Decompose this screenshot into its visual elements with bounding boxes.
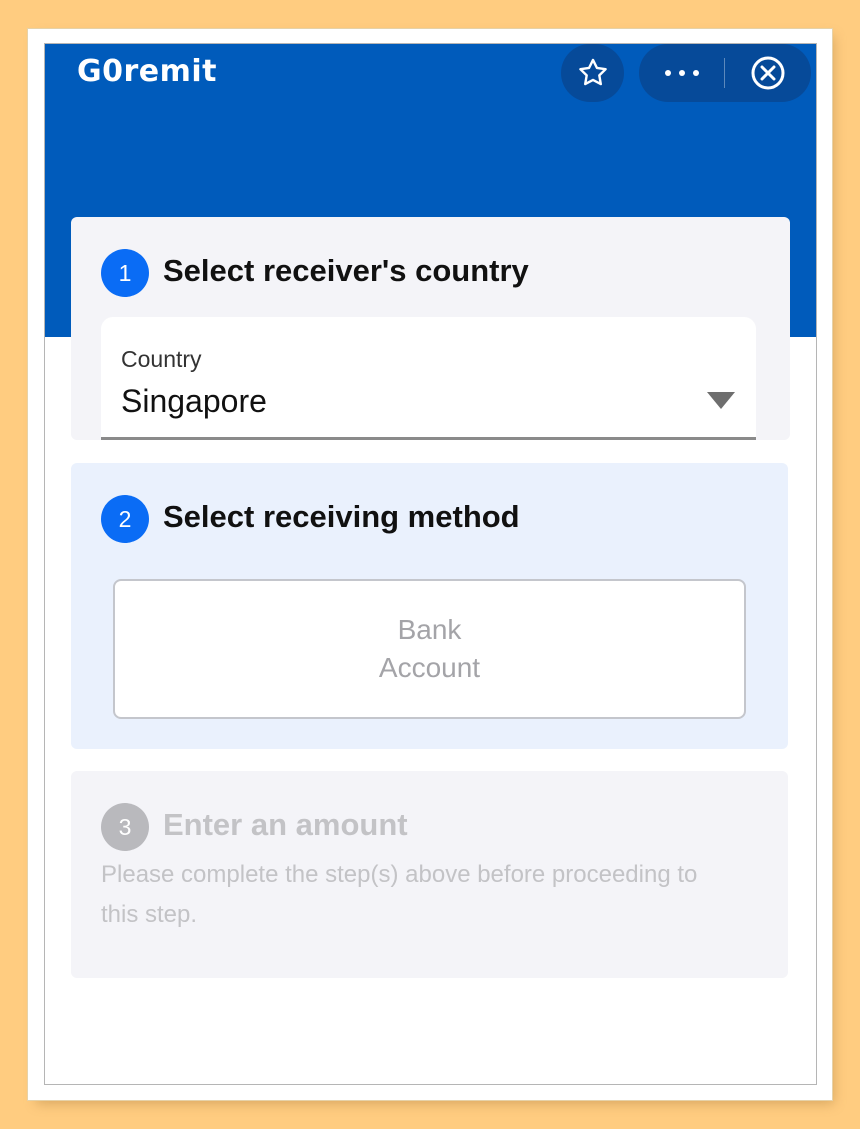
more-options-button[interactable] (639, 44, 724, 102)
menu-capsule (639, 44, 811, 102)
country-label: Country (121, 346, 202, 372)
close-circle-icon (751, 56, 785, 90)
bank-account-label: Bank Account (378, 614, 481, 683)
step-title: Select receiver's country (163, 253, 529, 288)
step-method-card: 2 Select receiving method Bank Account (71, 463, 788, 749)
step-number-badge: 3 (101, 803, 149, 851)
country-select[interactable]: Country Singapore (101, 317, 756, 440)
step-number-badge: 1 (101, 249, 149, 297)
step-number-badge: 2 (101, 495, 149, 543)
app-logo: G0remit (77, 54, 218, 89)
step-hint-text: Please complete the step(s) above before… (101, 861, 698, 928)
step-title: Enter an amount (163, 807, 408, 842)
step-title: Select receiving method (163, 499, 520, 534)
dropdown-arrow-icon (707, 392, 735, 409)
more-horizontal-icon (664, 70, 699, 76)
app-window: G0remit 1 Select receiver's country Coun… (44, 43, 817, 1085)
step-amount-card: 3 Enter an amount Please complete the st… (71, 771, 788, 978)
country-value: Singapore (121, 383, 267, 419)
close-button[interactable] (725, 44, 811, 102)
star-outline-icon (578, 58, 607, 86)
step-country-card: 1 Select receiver's country Country Sing… (71, 217, 790, 440)
favorite-button[interactable] (561, 44, 624, 102)
bank-account-option[interactable]: Bank Account (113, 579, 746, 719)
